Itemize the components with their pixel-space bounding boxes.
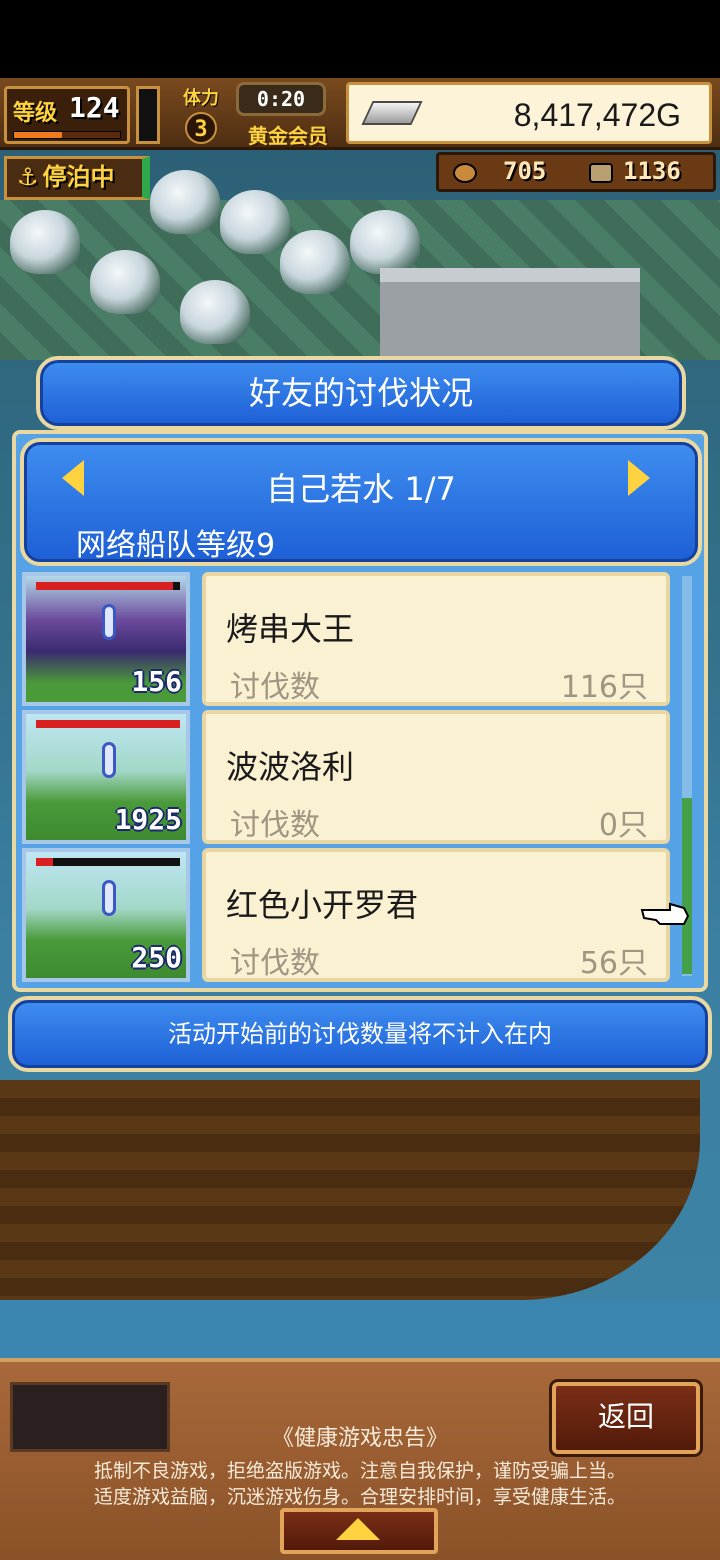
entry-card: 烤串大王 讨伐数 116只 <box>202 572 670 706</box>
monster-thumbnail: 156 <box>22 572 190 706</box>
entry-label: 讨伐数 <box>230 808 320 843</box>
monster-count-badge: 156 <box>131 665 182 698</box>
entry-label: 讨伐数 <box>230 946 320 981</box>
docked-status-badge[interactable]: ⚓ 停泊中 <box>4 156 150 200</box>
gold-display[interactable]: 8,417,472G <box>346 82 712 144</box>
stone-wall <box>380 268 640 358</box>
health-notice-title: 《健康游戏忠告》 <box>271 1426 448 1451</box>
top-hud: 等级 124 体力 3 0:20 黄金会员 8,417,472G <box>0 78 720 150</box>
coin-icon <box>589 163 613 183</box>
hp-bar <box>36 582 180 590</box>
status-text: 停泊中 <box>42 163 115 191</box>
sea <box>0 1300 720 1360</box>
notice-text: 活动开始前的讨伐数量将不计入在内 <box>168 1020 552 1048</box>
snow-tree <box>350 210 420 274</box>
anchor-icon: ⚓ <box>17 163 39 191</box>
list-item[interactable]: 156 烤串大王 讨伐数 116只 <box>22 572 698 706</box>
hp-fill <box>36 582 173 590</box>
fleet-level: 网络船队等级9 <box>76 528 276 563</box>
list-item[interactable]: 250 红色小开罗君 讨伐数 56只 <box>22 848 698 982</box>
subjugation-list[interactable]: 156 烤串大王 讨伐数 116只 1925 波波洛利 讨伐数 0只 250 红… <box>22 572 698 984</box>
arrow-right-icon[interactable] <box>628 460 650 496</box>
notice-bar: 活动开始前的讨伐数量将不计入在内 <box>8 996 712 1072</box>
entry-card: 红色小开罗君 讨伐数 56只 <box>202 848 670 982</box>
modal-title: 好友的讨伐状况 <box>248 374 473 412</box>
scrollbar-thumb[interactable] <box>682 798 692 974</box>
snow-tree <box>90 250 160 314</box>
wood-icon <box>453 163 477 183</box>
stamina-display[interactable]: 体力 3 <box>168 84 234 146</box>
timer: 0:20 <box>236 82 326 116</box>
device-status-bar <box>0 0 720 78</box>
monster-thumbnail: 1925 <box>22 710 190 844</box>
entry-label: 讨伐数 <box>230 670 320 705</box>
friend-header: 自己若水 1/7 网络船队等级9 <box>20 438 702 566</box>
resource-2-value: 1136 <box>623 157 681 185</box>
snow-tree <box>180 280 250 344</box>
resource-1-value: 705 <box>503 157 547 185</box>
crystal-icon <box>102 604 116 640</box>
snow-tree <box>10 210 80 274</box>
level-progress-fill <box>14 132 62 138</box>
stamina-value: 3 <box>185 112 217 144</box>
hp-bar <box>36 720 180 728</box>
crystal-icon <box>102 742 116 778</box>
vertical-gauge <box>136 86 160 144</box>
level-label: 等级 <box>13 101 58 126</box>
hp-fill <box>36 720 180 728</box>
snow-tree <box>150 170 220 234</box>
entry-name: 烤串大王 <box>226 610 355 648</box>
list-item[interactable]: 1925 波波洛利 讨伐数 0只 <box>22 710 698 844</box>
stamina-label: 体力 <box>183 88 219 109</box>
expand-menu-button[interactable] <box>280 1508 438 1554</box>
entry-card: 波波洛利 讨伐数 0只 <box>202 710 670 844</box>
entry-value: 116只 <box>560 670 648 705</box>
ship-hull <box>0 1080 700 1300</box>
snow-tree <box>220 190 290 254</box>
level-progress-bar <box>13 131 121 139</box>
monster-count-badge: 250 <box>131 941 182 974</box>
arrow-up-icon <box>336 1518 380 1540</box>
level-display[interactable]: 等级 124 <box>4 86 130 144</box>
entry-name: 红色小开罗君 <box>226 886 419 924</box>
hp-bar <box>36 858 180 866</box>
friend-name: 自己若水 1/7 <box>266 470 456 508</box>
membership-badge[interactable]: 黄金会员 <box>236 120 340 148</box>
silver-ingot-icon <box>361 101 423 125</box>
hp-fill <box>36 858 54 866</box>
entry-name: 波波洛利 <box>226 748 355 786</box>
modal-title-bar: 好友的讨伐状况 <box>36 356 686 430</box>
health-notice-line-2: 适度游戏益脑，沉迷游戏伤身。合理安排时间，享受健康生活。 <box>93 1486 626 1508</box>
crystal-icon <box>102 880 116 916</box>
health-notice-line-1: 抵制不良游戏，拒绝盗版游戏。注意自我保护，谨防受骗上当。 <box>93 1460 626 1482</box>
entry-value: 0只 <box>598 808 648 843</box>
resource-display[interactable]: 705 1136 <box>436 152 716 192</box>
entry-value: 56只 <box>579 946 648 981</box>
pointing-hand-icon <box>640 902 690 925</box>
monster-count-badge: 1925 <box>114 803 182 836</box>
monster-thumbnail: 250 <box>22 848 190 982</box>
gold-value: 8,417,472G <box>513 97 681 133</box>
bottom-panel: 返回 《健康游戏忠告》 抵制不良游戏，拒绝盗版游戏。注意自我保护，谨防受骗上当。… <box>0 1358 720 1560</box>
snow-tree <box>280 230 350 294</box>
level-value: 124 <box>69 91 120 124</box>
game-scene: 等级 124 体力 3 0:20 黄金会员 8,417,472G ⚓ 停泊中 70… <box>0 0 720 1560</box>
